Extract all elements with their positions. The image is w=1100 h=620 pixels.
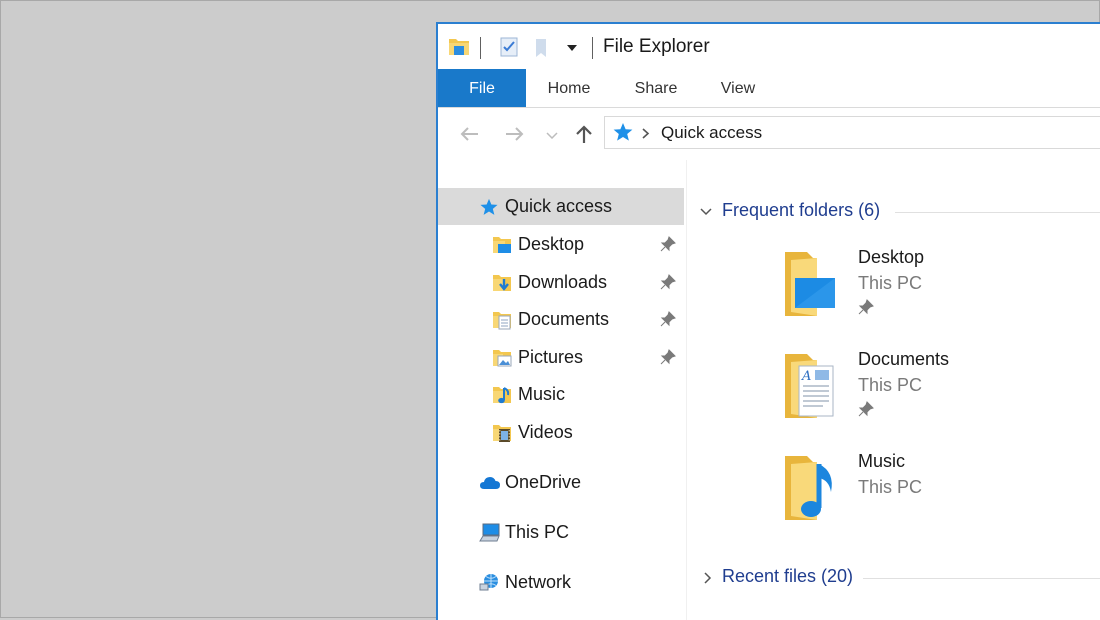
documents-folder-icon xyxy=(493,312,511,330)
nav-item-this-pc[interactable]: This PC xyxy=(438,514,684,551)
back-arrow-icon[interactable] xyxy=(459,126,479,142)
music-folder-icon xyxy=(493,387,511,404)
forward-arrow-icon[interactable] xyxy=(505,126,525,142)
up-arrow-icon[interactable] xyxy=(575,124,593,144)
new-folder-icon[interactable] xyxy=(534,38,548,58)
group-divider xyxy=(863,578,1100,579)
address-bar[interactable]: Quick access xyxy=(604,116,1100,149)
group-header-label: Frequent folders (6) xyxy=(722,200,881,220)
tab-view[interactable]: View xyxy=(703,69,773,107)
onedrive-cloud-icon xyxy=(480,477,500,489)
window-title: File Explorer xyxy=(603,36,710,57)
nav-item-music[interactable]: Music xyxy=(438,376,684,413)
folder-tile-documents[interactable]: A Documents This PC xyxy=(777,348,1097,438)
videos-folder-icon xyxy=(493,425,511,442)
pin-icon[interactable] xyxy=(660,274,676,290)
file-explorer-window: File Explorer File Home Share View Quick… xyxy=(436,22,1100,620)
nav-label: Network xyxy=(505,572,572,592)
folder-name: Desktop xyxy=(858,247,925,267)
tab-share[interactable]: Share xyxy=(621,69,691,107)
nav-item-documents[interactable]: Documents xyxy=(438,301,684,338)
app-folder-icon xyxy=(449,39,469,55)
nav-label: This PC xyxy=(505,522,570,542)
quick-access-star-icon xyxy=(613,123,633,141)
folder-location: This PC xyxy=(858,375,923,395)
chevron-right-icon[interactable] xyxy=(704,572,712,584)
breadcrumb-chevron-icon[interactable] xyxy=(642,128,650,139)
pin-icon[interactable] xyxy=(660,349,676,365)
folder-name: Documents xyxy=(858,349,950,369)
quick-access-star-icon xyxy=(480,198,498,215)
qat-dropdown-icon[interactable] xyxy=(567,45,577,51)
music-folder-icon xyxy=(785,456,832,520)
tab-file[interactable]: File xyxy=(438,69,526,107)
recent-locations-icon[interactable] xyxy=(546,132,558,139)
nav-item-downloads[interactable]: Downloads xyxy=(438,264,684,301)
svg-text:A: A xyxy=(801,369,811,384)
nav-label: Music xyxy=(518,384,566,404)
folder-tile-music[interactable]: Music This PC xyxy=(777,450,1097,540)
nav-item-videos[interactable]: Videos xyxy=(438,414,684,451)
downloads-folder-icon xyxy=(493,275,511,291)
qat-separator xyxy=(480,37,481,59)
group-recent-files[interactable]: Recent files (20) xyxy=(687,564,1100,594)
nav-label: Desktop xyxy=(518,234,585,254)
computer-icon xyxy=(479,523,500,542)
content-pane: Frequent folders (6) Desktop This PC A D… xyxy=(687,160,1100,620)
navigation-bar: Quick access xyxy=(438,108,1100,160)
folder-location: This PC xyxy=(858,273,923,293)
nav-label: Pictures xyxy=(518,347,584,367)
folder-tile-desktop[interactable]: Desktop This PC xyxy=(777,246,1097,336)
properties-icon[interactable] xyxy=(500,37,518,57)
nav-label: OneDrive xyxy=(505,472,582,492)
folder-name: Music xyxy=(858,451,906,471)
title-separator xyxy=(592,37,593,59)
title-bar: File Explorer xyxy=(438,24,1100,68)
nav-item-pictures[interactable]: Pictures xyxy=(438,339,684,376)
group-header-label: Recent files (20) xyxy=(722,566,854,586)
desktop-folder-icon xyxy=(785,252,835,316)
nav-item-quick-access[interactable]: Quick access xyxy=(438,188,684,225)
desktop-folder-icon xyxy=(493,237,511,253)
chevron-down-icon[interactable] xyxy=(700,208,712,216)
nav-label: Quick access xyxy=(505,196,613,216)
network-icon xyxy=(479,574,498,591)
group-divider xyxy=(895,212,1100,213)
navigation-pane: Quick access Desktop Downloads Documents… xyxy=(438,160,687,620)
nav-label: Videos xyxy=(518,422,573,442)
nav-item-desktop[interactable]: Desktop xyxy=(438,226,684,263)
nav-item-network[interactable]: Network xyxy=(438,564,684,601)
nav-item-onedrive[interactable]: OneDrive xyxy=(438,464,684,501)
address-path[interactable]: Quick access xyxy=(661,123,762,143)
pictures-folder-icon xyxy=(493,350,512,367)
ribbon-tabs: File Home Share View xyxy=(438,69,1100,108)
nav-label: Downloads xyxy=(518,272,608,292)
pin-icon[interactable] xyxy=(660,236,676,252)
pin-icon[interactable] xyxy=(858,299,874,315)
documents-folder-icon: A xyxy=(785,354,834,418)
folder-location: This PC xyxy=(858,477,923,497)
group-frequent-folders[interactable]: Frequent folders (6) xyxy=(687,198,1100,228)
nav-label: Documents xyxy=(518,309,610,329)
pin-icon[interactable] xyxy=(660,311,676,327)
pin-icon[interactable] xyxy=(858,401,874,417)
tab-home[interactable]: Home xyxy=(534,69,604,107)
